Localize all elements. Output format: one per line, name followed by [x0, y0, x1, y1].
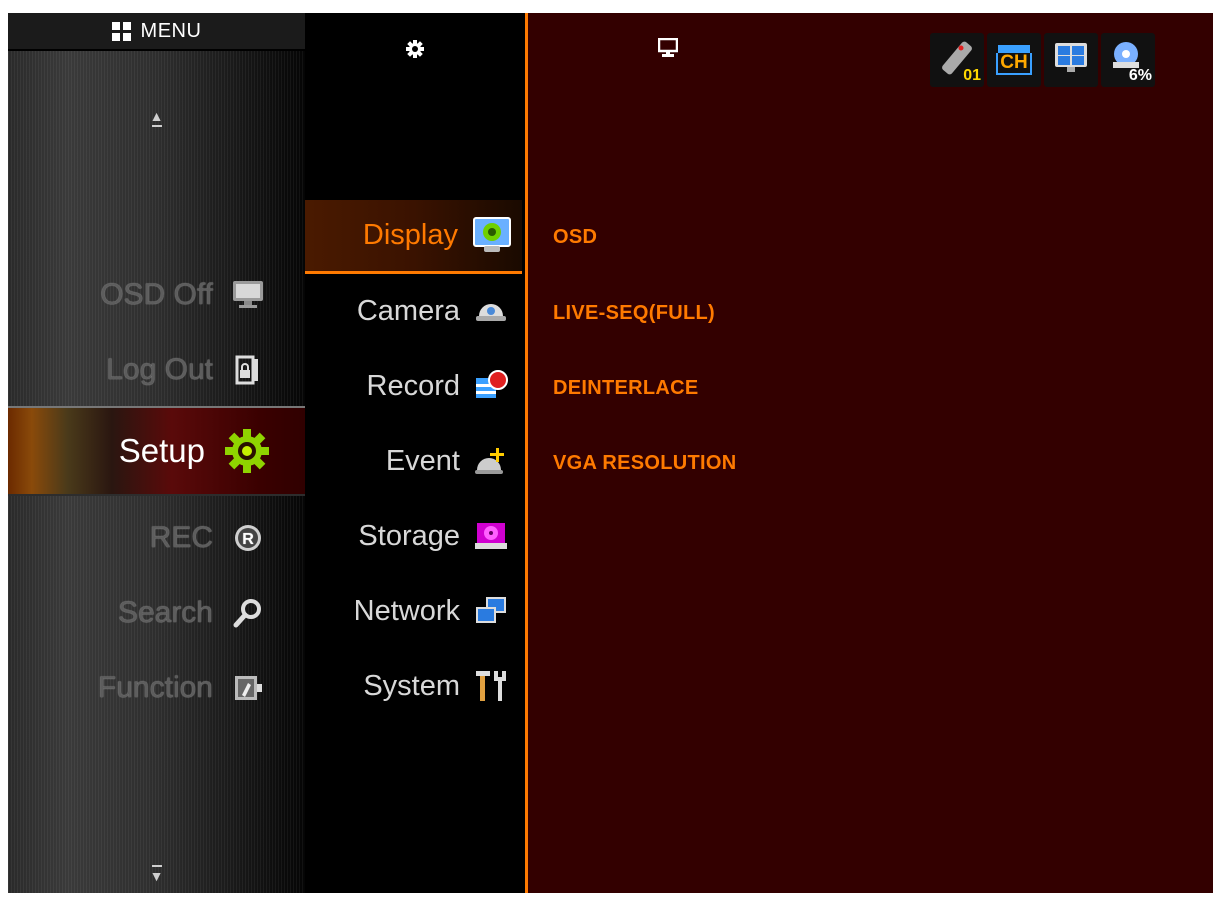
hdd-usage: 6%	[1128, 67, 1152, 84]
main-item-log-out[interactable]: Log Out	[8, 338, 305, 402]
main-item-setup[interactable]: Setup	[8, 406, 305, 496]
display-mode-tile[interactable]	[1044, 33, 1098, 87]
tools-icon	[474, 669, 508, 703]
gear-icon	[223, 427, 271, 475]
main-item-label: Log Out	[106, 353, 213, 386]
dvr-menu-screen: MENU ▲ OSD Off Log Out Setup REC R Searc…	[8, 13, 1213, 893]
main-item-label: OSD Off	[100, 278, 213, 311]
submenu-item-camera[interactable]: Camera	[305, 275, 522, 347]
submenu-item-display[interactable]: Display	[305, 200, 522, 274]
scroll-up-arrow[interactable]: ▲	[8, 109, 305, 127]
hdd-tile[interactable]: 6%	[1101, 33, 1155, 87]
display-settings-icon	[472, 216, 512, 256]
scroll-down-arrow[interactable]: ▼	[8, 865, 305, 883]
gear-icon	[406, 40, 424, 63]
submenu-header	[305, 13, 525, 83]
channel-icon: CH	[996, 45, 1032, 75]
monitor-icon	[657, 37, 679, 63]
submenu-item-label: Camera	[356, 294, 460, 327]
magnifier-icon	[231, 596, 265, 630]
function-icon	[231, 671, 265, 705]
main-item-function[interactable]: Function	[8, 656, 305, 720]
svg-text:R: R	[242, 531, 254, 548]
setting-vga-resolution[interactable]: VGA RESOLUTION	[553, 452, 736, 475]
main-item-search[interactable]: Search	[8, 581, 305, 645]
channel-tile[interactable]: CH	[987, 33, 1041, 87]
setting-osd[interactable]: OSD	[553, 226, 597, 249]
event-move-icon	[474, 444, 508, 478]
submenu-item-event[interactable]: Event	[305, 425, 522, 497]
main-menu-title: MENU	[140, 20, 202, 42]
network-icon	[474, 594, 508, 628]
setting-live-seq-full[interactable]: LIVE-SEQ(FULL)	[553, 302, 715, 325]
detail-header	[528, 13, 808, 73]
status-bar: 01 CH 6%	[930, 33, 1155, 87]
hdd-icon	[474, 519, 508, 553]
submenu-item-record[interactable]: Record	[305, 350, 522, 422]
setup-submenu-panel: Display Camera Record Event Storage Netw…	[305, 13, 528, 893]
submenu-item-label: Record	[366, 369, 461, 402]
submenu-item-label: Display	[362, 219, 458, 251]
submenu-item-label: Event	[385, 444, 460, 477]
main-item-label: Setup	[118, 432, 205, 469]
main-item-label: Function	[97, 671, 213, 704]
main-item-osd-off[interactable]: OSD Off	[8, 263, 305, 327]
submenu-item-label: System	[363, 669, 460, 702]
monitor-icon	[231, 278, 265, 312]
logout-lock-icon	[231, 353, 265, 387]
record-r-icon: R	[231, 521, 265, 555]
main-item-label: Search	[117, 596, 213, 629]
menu-grid-icon	[111, 22, 131, 41]
submenu-item-network[interactable]: Network	[305, 575, 522, 647]
submenu-item-label: Network	[353, 594, 460, 627]
record-icon	[474, 369, 508, 403]
dome-camera-icon	[474, 294, 508, 328]
submenu-item-label: Storage	[358, 519, 460, 552]
main-menu-header: MENU	[8, 13, 305, 51]
setting-deinterlace[interactable]: DEINTERLACE	[553, 377, 699, 400]
remote-control-tile[interactable]: 01	[930, 33, 984, 87]
submenu-item-storage[interactable]: Storage	[305, 500, 522, 572]
display-settings-panel: OSD LIVE-SEQ(FULL) DEINTERLACE VGA RESOL…	[528, 13, 1213, 893]
channel-label: CH	[996, 53, 1032, 75]
submenu-item-system[interactable]: System	[305, 650, 522, 722]
split-screen-icon	[1053, 41, 1089, 80]
main-item-label: REC	[149, 521, 213, 554]
main-menu-panel: MENU ▲ OSD Off Log Out Setup REC R Searc…	[8, 13, 305, 893]
remote-id: 01	[963, 67, 981, 84]
main-item-rec[interactable]: REC R	[8, 506, 305, 570]
